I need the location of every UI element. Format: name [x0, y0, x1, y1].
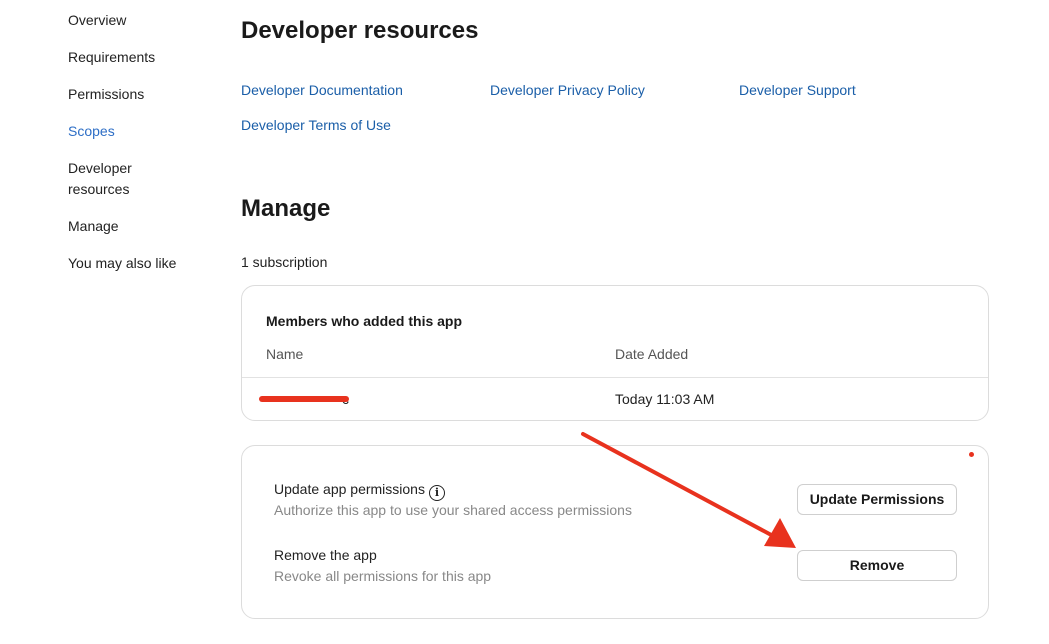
- redaction-mark: [259, 396, 349, 402]
- developer-documentation-link[interactable]: Developer Documentation: [241, 82, 403, 98]
- remove-app-title: Remove the app: [274, 547, 377, 563]
- member-date-added: Today 11:03 AM: [615, 391, 715, 407]
- sidebar-item-scopes[interactable]: Scopes: [68, 121, 208, 142]
- subscription-count: 1 subscription: [241, 254, 328, 270]
- update-permissions-description: Authorize this app to use your shared ac…: [274, 502, 632, 518]
- developer-terms-link[interactable]: Developer Terms of Use: [241, 117, 391, 133]
- table-divider: [242, 377, 988, 378]
- sidebar-item-permissions[interactable]: Permissions: [68, 84, 208, 105]
- developer-resources-heading: Developer resources: [241, 17, 479, 44]
- update-permissions-title: Update app permissions i: [274, 481, 445, 501]
- developer-privacy-policy-link[interactable]: Developer Privacy Policy: [490, 82, 645, 98]
- sidebar-item-you-may-also-like[interactable]: You may also like: [68, 253, 208, 274]
- sidebar-item-requirements[interactable]: Requirements: [68, 47, 208, 68]
- sidebar-item-manage[interactable]: Manage: [68, 216, 208, 237]
- manage-heading: Manage: [241, 195, 331, 222]
- update-permissions-title-text: Update app permissions: [274, 481, 425, 497]
- sidebar-item-developer-resources[interactable]: Developer resources: [68, 158, 148, 200]
- sidebar-nav: Overview Requirements Permissions Scopes…: [68, 10, 208, 290]
- permissions-card: Update app permissions i Authorize this a…: [241, 445, 989, 619]
- annotation-dot: [969, 452, 974, 457]
- column-header-date-added: Date Added: [615, 346, 689, 362]
- developer-support-link[interactable]: Developer Support: [739, 82, 856, 98]
- remove-button[interactable]: Remove: [797, 550, 957, 581]
- members-card: Members who added this app Name Date Add…: [241, 285, 989, 421]
- column-header-name: Name: [266, 346, 304, 362]
- sidebar-item-overview[interactable]: Overview: [68, 10, 208, 31]
- info-icon[interactable]: i: [428, 485, 445, 501]
- members-card-title: Members who added this app: [266, 313, 463, 329]
- update-permissions-button[interactable]: Update Permissions: [797, 484, 957, 515]
- remove-app-description: Revoke all permissions for this app: [274, 568, 492, 584]
